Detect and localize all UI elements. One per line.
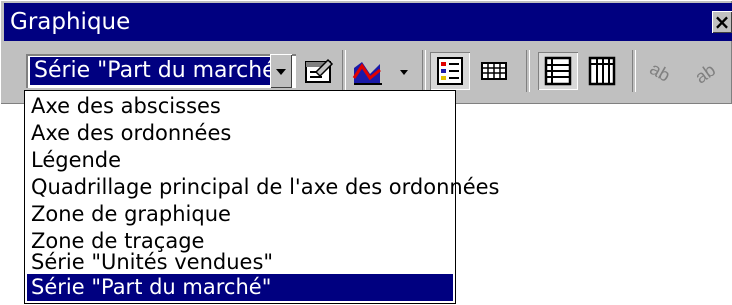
chart-object-list: Axe des abscisses Axe des ordonnées Lége…: [24, 90, 500, 304]
list-item[interactable]: Série "Unités vendues": [27, 249, 453, 276]
chart-object-value: Série "Part du marché": [30, 57, 290, 85]
angle-text-downward-icon: ab: [646, 58, 673, 85]
chart-type-icon: [352, 62, 382, 85]
svg-text:ab: ab: [691, 60, 719, 88]
toolbar-separator: [422, 50, 426, 92]
chart-toolbar: Graphique × Série "Part du marché" ab ab: [0, 0, 732, 104]
toolbar-separator: [526, 50, 530, 92]
chart-type-dropdown-arrow[interactable]: [400, 70, 408, 75]
angle-text-upward-button[interactable]: ab: [686, 52, 726, 90]
format-selection-button[interactable]: [300, 52, 340, 90]
chart-object-select[interactable]: Série "Part du marché": [26, 54, 296, 88]
legend-icon: [437, 57, 463, 85]
list-item[interactable]: Axe des ordonnées: [27, 120, 453, 147]
chart-object-dropdown-button[interactable]: [270, 54, 292, 88]
list-item-selected[interactable]: Série "Part du marché": [27, 274, 453, 301]
data-table-icon: [481, 62, 507, 80]
title-bar[interactable]: Graphique ×: [4, 3, 732, 41]
svg-text:ab: ab: [646, 58, 673, 85]
list-item[interactable]: Légende: [27, 147, 453, 174]
list-item[interactable]: Zone de graphique: [27, 201, 453, 228]
list-item[interactable]: Quadrillage principal de l'axe des ordon…: [27, 174, 500, 201]
angle-text-downward-button[interactable]: ab: [642, 52, 682, 90]
window-title: Graphique: [10, 9, 131, 35]
chart-type-button[interactable]: [350, 52, 386, 90]
by-row-icon: [544, 56, 572, 86]
angle-text-upward-icon: ab: [691, 60, 719, 88]
by-column-icon: [588, 56, 616, 86]
legend-button[interactable]: [430, 52, 470, 90]
toolbar-separator: [632, 50, 636, 92]
format-selection-icon: [305, 58, 334, 83]
close-icon: ×: [713, 10, 731, 34]
toolbar-separator: [342, 50, 346, 92]
close-button[interactable]: ×: [712, 11, 732, 33]
data-table-button[interactable]: [474, 52, 514, 90]
by-column-button[interactable]: [582, 52, 622, 90]
list-item[interactable]: Axe des abscisses: [27, 93, 453, 120]
by-row-button[interactable]: [538, 52, 578, 90]
